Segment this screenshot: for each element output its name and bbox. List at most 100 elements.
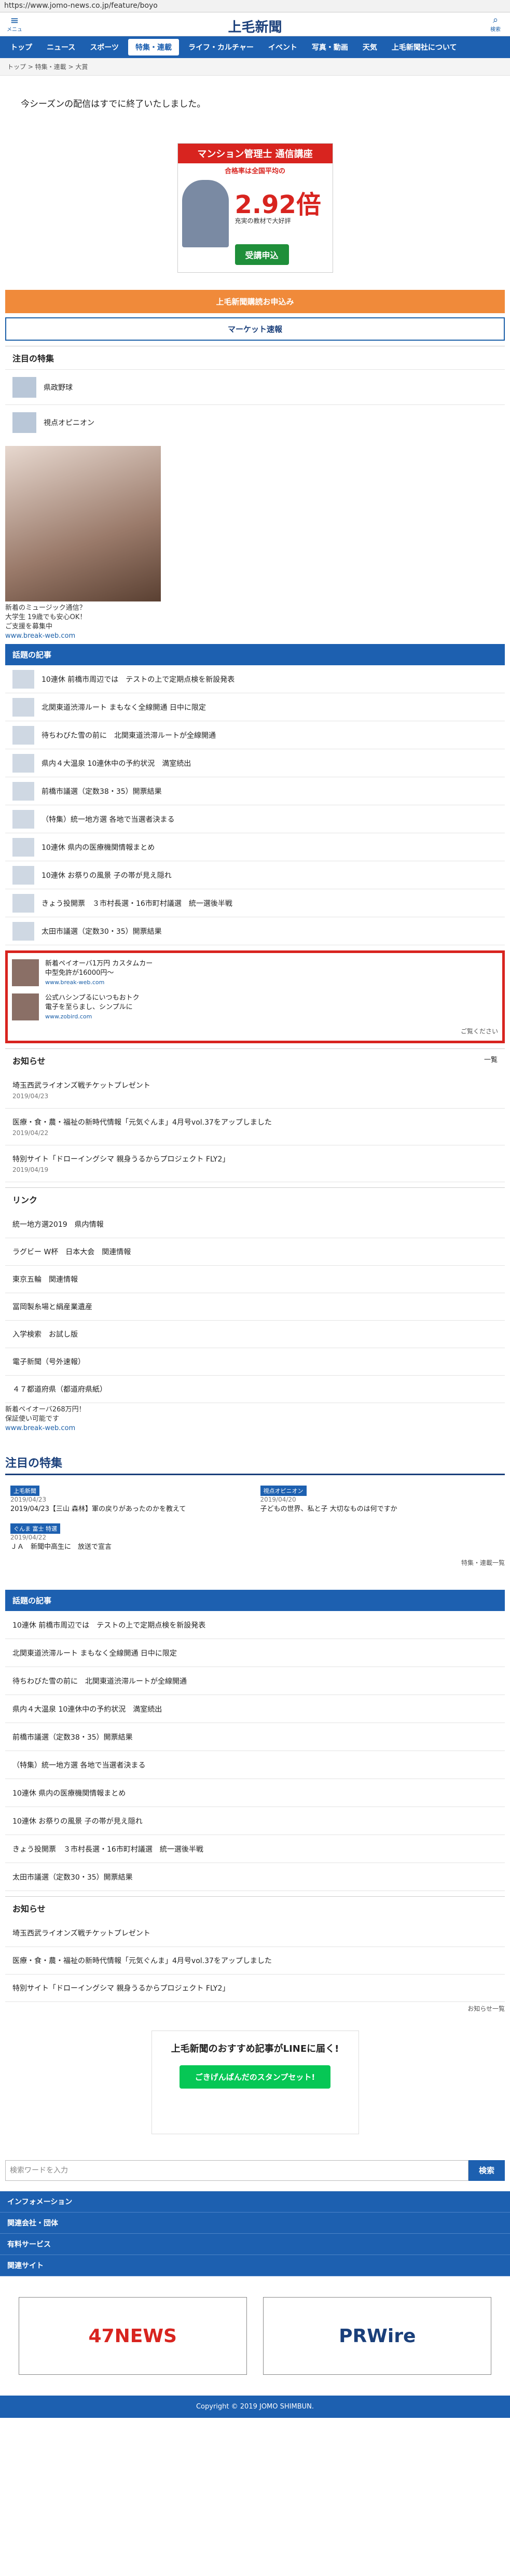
footer-bar[interactable]: インフォメーション: [0, 2191, 510, 2213]
links-ad[interactable]: 新着ペイオーバ268万円！ 保証使い可能です www.break-web.com: [5, 1405, 505, 1433]
ad-person-image: [182, 180, 229, 247]
ranking-item[interactable]: 10連休 前橋市周辺では テストの上で定期点検を新設発表: [5, 665, 505, 693]
ranking-item[interactable]: 10連休 県内の医療機関情報まとめ: [5, 833, 505, 861]
featured-item[interactable]: 視点オピニオン: [5, 404, 505, 440]
search-icon: ⌕: [492, 15, 499, 25]
ranking-item[interactable]: （特集）統一地方選 各地で当選者決まる: [5, 1751, 505, 1779]
featured-item[interactable]: 県政野球: [5, 369, 505, 404]
ranking-item[interactable]: 10連休 お祭りの風景 子の帯が見え隠れ: [5, 1807, 505, 1835]
nav-sports[interactable]: スポーツ: [82, 39, 126, 55]
ranking-thumb: [12, 837, 34, 857]
ranking-item[interactable]: 前橋市議選（定数38・35）開票結果: [5, 777, 505, 805]
feature-col[interactable]: 視点オピニオン 2019/04/20 子どもの世界、私と子 大切なものは何ですか: [255, 1480, 505, 1518]
featured-thumb: [12, 376, 36, 398]
link-item[interactable]: 電子新聞（号外速報）: [5, 1348, 505, 1376]
ranking-item[interactable]: きょう投開票 ３市村長選・16市町村議選 統一選後半戦: [5, 1835, 505, 1863]
url-bar[interactable]: https://www.jomo-news.co.jp/feature/boyo: [0, 0, 510, 12]
link-item[interactable]: 冨岡製糸場と絹産業遺産: [5, 1293, 505, 1321]
ad-big: 2.92倍: [235, 190, 321, 219]
market-button[interactable]: マーケット速報: [5, 317, 505, 341]
banner-prwire[interactable]: PRWire: [263, 2297, 492, 2375]
news-item[interactable]: 特別サイト「ドローイングシマ 親身うるからプロジェクト FLY2」 2019/04…: [5, 1145, 505, 1182]
nav-about[interactable]: 上毛新聞社について: [384, 39, 464, 55]
feature-text: 2019/04/23【三山 森林】軍の戻りがあったのかを教えて: [10, 1505, 186, 1513]
ranking-item[interactable]: 太田市議選（定数30・35）開票結果: [5, 1863, 505, 1891]
sponsored-item[interactable]: 新着ペイオーバ1万円 カスタムカー 中型免許が16000円〜 www.break-w…: [12, 956, 498, 990]
feature-more-link[interactable]: 特集・連載一覧: [5, 1556, 505, 1569]
feature-col[interactable]: ぐんま 富士 特選 2019/04/22 ＪＡ 新聞中高生に 放送で宣言: [5, 1518, 255, 1556]
ad-banner[interactable]: マンション管理士 通信講座 合格率は全国平均の 2.92倍 充実の教材で大好評 …: [177, 143, 333, 273]
ranking-item[interactable]: 太田市議選（定数30・35）開票結果: [5, 917, 505, 945]
link-item[interactable]: ４７都道府県（都道府県紙）: [5, 1376, 505, 1403]
subscribe-button[interactable]: 上毛新聞購読お申込み: [5, 290, 505, 313]
ranking-item[interactable]: 10連休 県内の医療機関情報まとめ: [5, 1779, 505, 1807]
ranking-label: きょう投開票 ３市村長選・16市町村議選 統一選後半戦: [12, 1845, 203, 1854]
nav-top[interactable]: トップ: [3, 39, 39, 55]
ranking-item[interactable]: きょう投開票 ３市村長選・16市町村議選 統一選後半戦: [5, 889, 505, 917]
line-button[interactable]: ごきげんぱんだのスタンプセット!: [179, 2065, 331, 2089]
news-title: お知らせ 一覧: [5, 1048, 505, 1072]
link-item[interactable]: 入学検索 お試し版: [5, 1321, 505, 1348]
sponsored-desc: 電子を至らまし、シンプルに: [45, 1003, 133, 1011]
ranking-item[interactable]: 10連休 お祭りの風景 子の帯が見え隠れ: [5, 861, 505, 889]
nav-life[interactable]: ライフ・カルチャー: [181, 39, 261, 55]
news-item[interactable]: 特別サイト「ドローイングシマ 親身うるからプロジェクト FLY2」: [5, 1975, 505, 2002]
footer-bar[interactable]: 関連会社・団体: [0, 2213, 510, 2234]
ranking-item[interactable]: 待ちわびた雪の前に 北関東道渋滞ルートが全線開通: [5, 721, 505, 749]
news-item[interactable]: 医療・食・農・福祉の新時代情報「元気ぐんま」4月号vol.37をアップしました: [5, 1947, 505, 1975]
sponsored-title: 公式ハシンプるにいつもおトク: [45, 994, 140, 1002]
footer-bar[interactable]: 有料サービス: [0, 2234, 510, 2255]
ranking-item[interactable]: 待ちわびた雪の前に 北関東道渋滞ルートが全線開通: [5, 1667, 505, 1695]
link-item[interactable]: 東京五輪 関連情報: [5, 1266, 505, 1293]
ranking-label: 10連休 前橋市周辺では テストの上で定期点検を新設発表: [42, 675, 235, 684]
feature-tag: ぐんま 富士 特選: [10, 1523, 60, 1534]
featured-thumb: [12, 412, 36, 433]
nav-events[interactable]: イベント: [261, 39, 305, 55]
ranking-item[interactable]: 県内４大温泉 10連休中の予約状況 満室続出: [5, 1695, 505, 1723]
site-header: ≡ メニュー 上毛新聞 ⌕ 検索: [0, 12, 510, 40]
ranking-item[interactable]: 北関東道渋滞ルート まもなく全線開通 日中に限定: [5, 693, 505, 721]
feature-text: 子どもの世界、私と子 大切なものは何ですか: [260, 1505, 397, 1513]
ranking2-header: 話題の記事: [5, 1590, 505, 1611]
site-logo[interactable]: 上毛新聞: [0, 17, 510, 36]
ranking-item[interactable]: 県内４大温泉 10連休中の予約状況 満室続出: [5, 749, 505, 777]
ranking-label: 待ちわびた雪の前に 北関東道渋滞ルートが全線開通: [42, 731, 216, 740]
ranking-thumb: [12, 725, 34, 745]
feature-columns: 上毛新聞 2019/04/23 2019/04/23【三山 森林】軍の戻りがあったの…: [5, 1480, 505, 1518]
ranking-item[interactable]: 北関東道渋滞ルート まもなく全線開通 日中に限定: [5, 1639, 505, 1667]
link-item[interactable]: 統一地方選2019 県内情報: [5, 1211, 505, 1238]
nav-weather[interactable]: 天気: [355, 39, 384, 55]
sponsored-item[interactable]: 公式ハシンプるにいつもおトク 電子を至らまし、シンプルに www.zobird.co…: [12, 990, 498, 1025]
ranking-item[interactable]: （特集）統一地方選 各地で当選者決まる: [5, 805, 505, 833]
promo-image[interactable]: [5, 446, 161, 601]
promo-text[interactable]: 新着のミュージック通信？ 大学生 19歳でも安心OK！ ご支援を募集中 www.…: [5, 604, 505, 641]
nav-features[interactable]: 特集・連載: [128, 39, 180, 55]
ranking-item[interactable]: 10連休 前橋市周辺では テストの上で定期点検を新設発表: [5, 1611, 505, 1639]
footer-bar[interactable]: 関連サイト: [0, 2255, 510, 2276]
search-submit-button[interactable]: 検索: [468, 2160, 505, 2181]
header-search-button[interactable]: ⌕ 検索: [486, 16, 505, 33]
news-list-link[interactable]: 一覧: [484, 1054, 498, 1064]
nav-news[interactable]: ニュース: [39, 39, 82, 55]
breadcrumb[interactable]: トップ > 特集・連載 > 大賞: [0, 58, 510, 76]
ad-cta-button[interactable]: 受講申込: [235, 244, 289, 265]
news-list: 埼玉西武ライオンズ戦チケットプレゼント 2019/04/23 医療・食・農・福祉の…: [5, 1072, 505, 1182]
nav-photos[interactable]: 写真・動画: [305, 39, 355, 55]
news-item[interactable]: 医療・食・農・福祉の新時代情報「元気ぐんま」4月号vol.37をアップしました 2…: [5, 1109, 505, 1145]
ranking-thumb: [12, 809, 34, 829]
banner-47news[interactable]: 47NEWS: [18, 2297, 247, 2375]
search-input[interactable]: 検索ワードを入力: [5, 2160, 468, 2181]
ranking-label: （特集）統一地方選 各地で当選者決まる: [42, 815, 175, 824]
sponsored-title: 新着ペイオーバ1万円 カスタムカー: [45, 960, 153, 968]
news-item[interactable]: 埼玉西武ライオンズ戦チケットプレゼント: [5, 1920, 505, 1947]
news2-more[interactable]: お知らせ一覧: [5, 2002, 505, 2015]
ranking-item[interactable]: 前橋市議選（定数38・35）開票結果: [5, 1723, 505, 1751]
ranking-label: 前橋市議選（定数38・35）開票結果: [12, 1733, 133, 1742]
sponsored-more[interactable]: ご覧ください: [12, 1025, 498, 1038]
feature-col[interactable]: 上毛新聞 2019/04/23 2019/04/23【三山 森林】軍の戻りがあったの…: [5, 1480, 255, 1518]
link-item[interactable]: ラグビー W杯 日本大会 関連情報: [5, 1238, 505, 1266]
ranking-label: 北関東道渋滞ルート まもなく全線開通 日中に限定: [42, 703, 206, 712]
line-text: 上毛新聞のおすすめ記事がLINEに届く!: [171, 2043, 339, 2054]
news-item[interactable]: 埼玉西武ライオンズ戦チケットプレゼント 2019/04/23: [5, 1072, 505, 1109]
feature-date: 2019/04/20: [260, 1496, 296, 1503]
